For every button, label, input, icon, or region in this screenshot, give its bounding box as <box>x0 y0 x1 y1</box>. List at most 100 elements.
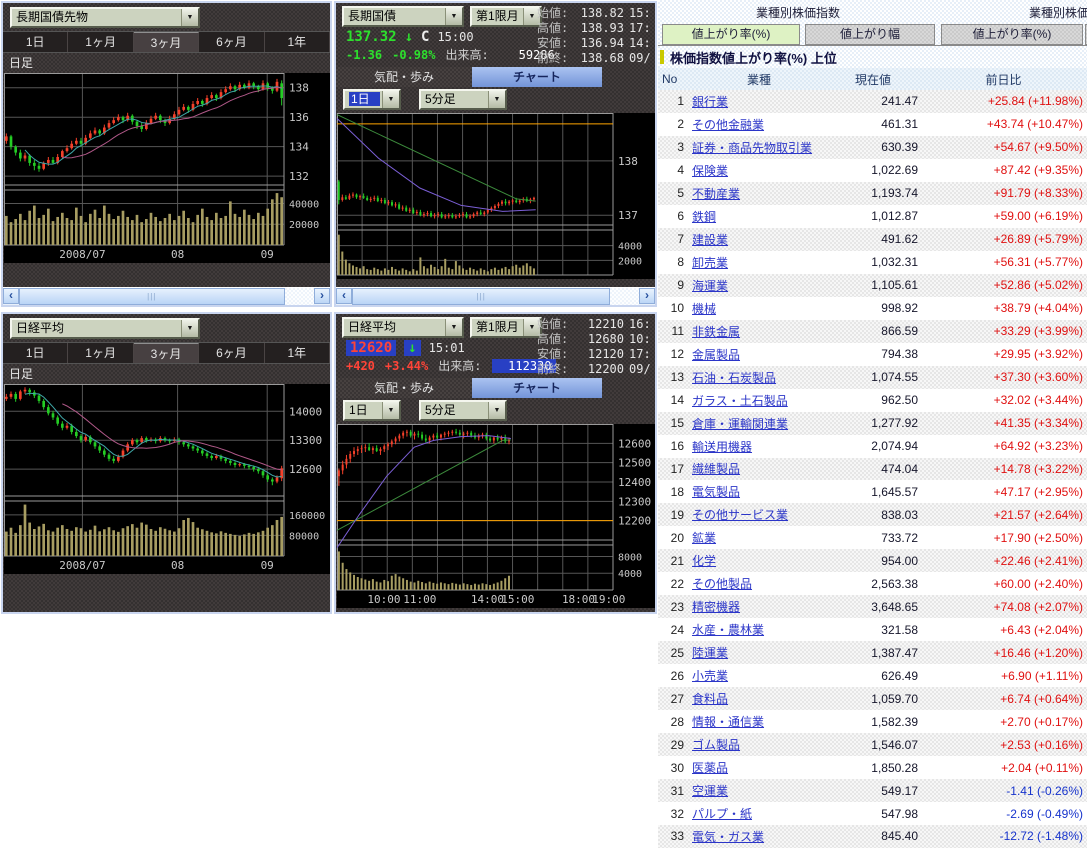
row-current-value: 866.59 <box>826 324 918 338</box>
row-rank: 6 <box>658 209 684 223</box>
row-change: +47.17 (+2.95%) <box>918 485 1087 499</box>
symbol-select[interactable]: 日経平均 ▼ <box>10 318 200 339</box>
quote-info-value: 138.82 <box>573 6 624 21</box>
symbol-select-row: 長期国債先物 ▼ <box>3 3 330 31</box>
quote-info-label: 前終: <box>537 51 573 66</box>
scroll-right-button[interactable]: › <box>639 288 655 304</box>
symbol-select[interactable]: 長期国債先物 ▼ <box>10 7 200 28</box>
symbol-select[interactable]: 長期国債 ▼ <box>342 6 464 27</box>
period-select[interactable]: 1日 ▼ <box>343 400 401 421</box>
sector-link[interactable]: 情報・通信業 <box>692 713 826 730</box>
contract-month-select[interactable]: 第1限月 ▼ <box>470 317 542 338</box>
sector-link[interactable]: 銀行業 <box>692 93 826 110</box>
scroll-right-button[interactable]: › <box>314 288 330 304</box>
sector-link[interactable]: 石油・石炭製品 <box>692 369 826 386</box>
sector-link[interactable]: 倉庫・運輸関連業 <box>692 415 826 432</box>
interval-select[interactable]: 5分足 ▼ <box>419 89 507 110</box>
period-tab-1日[interactable]: 1日 <box>3 343 68 363</box>
sector-link[interactable]: 電気製品 <box>692 483 826 500</box>
sector-link[interactable]: その他サービス業 <box>692 506 826 523</box>
period-tab-1ヶ月[interactable]: 1ヶ月 <box>68 32 133 52</box>
period-tab-3ヶ月[interactable]: 3ヶ月 <box>134 343 199 363</box>
tab-chart[interactable]: チャート <box>472 378 602 398</box>
scroll-track[interactable]: ||| <box>352 288 639 305</box>
row-change: +56.31 (+5.77%) <box>918 255 1087 269</box>
sector-link[interactable]: 精密機器 <box>692 598 826 615</box>
sector-link[interactable]: 卸売業 <box>692 254 826 271</box>
sector-link[interactable]: 海運業 <box>692 277 826 294</box>
sector-link[interactable]: 繊維製品 <box>692 460 826 477</box>
chart-hscrollbar[interactable]: ‹ ||| › <box>336 287 655 305</box>
period-tab-6ヶ月[interactable]: 6ヶ月 <box>199 343 264 363</box>
table-row: 29ゴム製品1,546.07+2.53 (+0.16%) <box>658 733 1087 756</box>
sector-link[interactable]: 不動産業 <box>692 185 826 202</box>
sector-link[interactable]: 陸運業 <box>692 644 826 661</box>
chevron-down-icon[interactable]: ▼ <box>181 320 198 337</box>
tab-chart[interactable]: チャート <box>472 67 602 87</box>
sector-link[interactable]: 機械 <box>692 300 826 317</box>
scroll-thumb[interactable]: ||| <box>352 288 610 305</box>
row-rank: 2 <box>658 117 684 131</box>
period-tab-1ヶ月[interactable]: 1ヶ月 <box>68 343 133 363</box>
period-tab-6ヶ月[interactable]: 6ヶ月 <box>199 32 264 52</box>
scroll-track[interactable]: ||| <box>19 288 314 305</box>
column-header-sector: 業種 <box>692 71 826 88</box>
sector-link[interactable]: 金属製品 <box>692 346 826 363</box>
period-select[interactable]: 1日 ▼ <box>343 89 401 110</box>
table-row: 25陸運業1,387.47+16.46 (+1.20%) <box>658 641 1087 664</box>
chevron-down-icon[interactable]: ▼ <box>382 402 399 419</box>
svg-text:134: 134 <box>289 141 309 154</box>
sector-link[interactable]: その他金融業 <box>692 116 826 133</box>
period-tab-1年[interactable]: 1年 <box>265 343 330 363</box>
period-tab-1日[interactable]: 1日 <box>3 32 68 52</box>
tab-gainers-pct[interactable]: 値上がり率(%) <box>662 24 800 45</box>
chevron-down-icon[interactable]: ▼ <box>445 319 462 336</box>
chevron-down-icon[interactable]: ▼ <box>488 402 505 419</box>
period-tab-3ヶ月[interactable]: 3ヶ月 <box>134 32 199 52</box>
row-change: +64.92 (+3.23%) <box>918 439 1087 453</box>
symbol-select[interactable]: 日経平均 ▼ <box>342 317 464 338</box>
sector-link[interactable]: 小売業 <box>692 667 826 684</box>
sector-link[interactable]: 非鉄金属 <box>692 323 826 340</box>
scroll-thumb[interactable]: ||| <box>19 288 285 305</box>
quote-info-time: 10: <box>624 332 655 347</box>
scroll-grip-icon: ||| <box>147 293 156 301</box>
sector-link[interactable]: 医薬品 <box>692 759 826 776</box>
symbol-select-value: 日経平均 <box>348 320 396 334</box>
sector-link[interactable]: 輸送用機器 <box>692 438 826 455</box>
sector-link[interactable]: 水産・農林業 <box>692 621 826 638</box>
contract-month-select[interactable]: 第1限月 ▼ <box>470 6 542 27</box>
tab-gainers-pct-secondary[interactable]: 値上がり率(%) <box>941 24 1083 45</box>
tab-quotes[interactable]: 気配・歩み <box>336 378 472 398</box>
sector-link[interactable]: 鉄鋼 <box>692 208 826 225</box>
sector-link[interactable]: 電気・ガス業 <box>692 828 826 845</box>
interval-select[interactable]: 5分足 ▼ <box>419 400 507 421</box>
sector-link[interactable]: 証券・商品先物取引業 <box>692 139 826 156</box>
chart-hscrollbar[interactable]: ‹ ||| › <box>3 287 330 305</box>
chevron-down-icon[interactable]: ▼ <box>445 8 462 25</box>
sector-link[interactable]: パルプ・紙 <box>692 805 826 822</box>
scroll-grip-icon: ||| <box>477 293 486 301</box>
sector-link[interactable]: 空運業 <box>692 782 826 799</box>
volume-label: 出来高: <box>438 357 481 374</box>
sector-link[interactable]: 化学 <box>692 552 826 569</box>
chevron-down-icon[interactable]: ▼ <box>382 91 399 108</box>
symbol-select-value: 長期国債先物 <box>16 10 88 24</box>
last-price: 12620 <box>346 340 396 356</box>
sector-link[interactable]: ゴム製品 <box>692 736 826 753</box>
chevron-down-icon[interactable]: ▼ <box>181 9 198 26</box>
period-tab-1年[interactable]: 1年 <box>265 32 330 52</box>
scroll-left-button[interactable]: ‹ <box>3 288 19 304</box>
scroll-left-button[interactable]: ‹ <box>336 288 352 304</box>
quote-info-time: 14: <box>624 36 655 51</box>
sector-link[interactable]: 食料品 <box>692 690 826 707</box>
row-current-value: 2,074.94 <box>826 439 918 453</box>
sector-link[interactable]: 保険業 <box>692 162 826 179</box>
tab-quotes[interactable]: 気配・歩み <box>336 67 472 87</box>
sector-link[interactable]: 鉱業 <box>692 529 826 546</box>
sector-link[interactable]: その他製品 <box>692 575 826 592</box>
chevron-down-icon[interactable]: ▼ <box>488 91 505 108</box>
sector-link[interactable]: 建設業 <box>692 231 826 248</box>
sector-link[interactable]: ガラス・土石製品 <box>692 392 826 409</box>
tab-gainers-amount[interactable]: 値上がり幅 <box>805 24 935 45</box>
